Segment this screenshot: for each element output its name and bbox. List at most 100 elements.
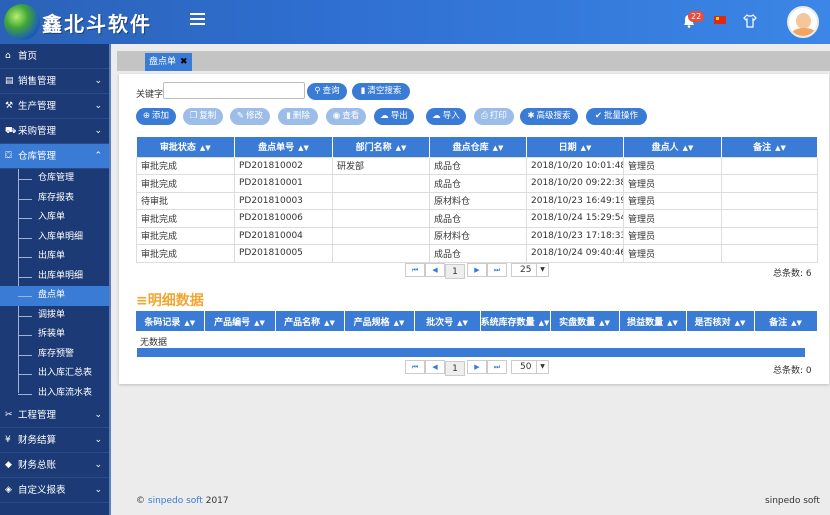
column-header[interactable]: 产品编号 ▲▼ [204,311,276,331]
column-header[interactable]: 审批状态 ▲▼ [136,137,235,157]
sort-icon: ▲▼ [791,318,802,327]
ledger-icon: ◆ [5,460,12,470]
column-header[interactable]: 条码记录 ▲▼ [136,311,205,331]
column-header[interactable]: 盘点人 ▲▼ [623,137,722,157]
chevron-down-icon: ⌄ [94,126,102,136]
column-header[interactable]: 备注 ▲▼ [721,137,818,157]
add-button[interactable]: ⊕ 添加 [136,108,176,125]
close-icon[interactable]: ✖ [180,57,188,67]
submenu-item[interactable]: 拆装单 [0,325,109,345]
current-page[interactable]: 1 [445,361,465,376]
column-header[interactable]: 批次号 ▲▼ [414,311,481,331]
submenu-item[interactable]: 出库单 [0,247,109,267]
column-header[interactable]: 日期 ▲▼ [526,137,624,157]
table-row[interactable]: 待审批 PD201810003 原材料仓 2018/10/23 16:49:19 管理员 [136,191,818,210]
column-header[interactable]: 实盘数量 ▲▼ [550,311,620,331]
prev-page-icon[interactable]: ◀ [425,263,445,277]
detail-total-count: 总条数: 0 [773,366,812,376]
copy-button[interactable]: ❐ 复制 [183,108,223,125]
delete-button[interactable]: ▮ 删除 [278,108,318,125]
notification-badge: 22 [688,11,705,22]
caret-down-icon: ▼ [536,264,548,276]
caret-down-icon: ▼ [536,361,548,373]
trash-icon: ▮ [286,111,291,121]
column-header[interactable]: 损益数量 ▲▼ [619,311,687,331]
main-panel: 关键字 ⚲ 查询 ▮ 清空搜索 ⊕ 添加 ❐ 复制 ✎ 修改 ▮ 删除 ◉ 查看 ☁ 导出 ☁ 导… [119,74,829,384]
column-header[interactable]: 盘点仓库 ▲▼ [429,137,527,157]
detail-table: 条码记录 ▲▼ 产品编号 ▲▼ 产品名称 ▲▼ 产品规格 ▲▼ 批次号 ▲▼ 系统库存数量… [136,311,818,331]
prev-page-icon[interactable]: ◀ [425,360,445,374]
submenu-item-active[interactable]: 盘点单 [0,286,109,306]
tools-icon: ✂ [5,410,13,420]
column-header[interactable]: 部门名称 ▲▼ [332,137,430,157]
sidebar-item-production[interactable]: ⚒ 生产管理 ⌄ [0,94,109,119]
tab-inventory-check[interactable]: 盘点单 ✖ [145,53,192,71]
table-row[interactable]: 审批完成 PD201810002 研发部 成品仓 2018/10/20 10:01:48… [136,156,818,175]
first-page-icon[interactable]: ⏮ [405,360,425,374]
table-row[interactable]: 审批完成 PD201810004 原材料仓 2018/10/23 17:18:33 管理… [136,226,818,245]
column-header[interactable]: 产品名称 ▲▼ [275,311,345,331]
footer-brand-link[interactable]: sinpedo soft [148,496,203,506]
submenu-item[interactable]: 库存报表 [0,189,109,209]
sidebar-item-report[interactable]: ◈ 自定义报表 ⌄ [0,478,109,503]
sidebar-item-home[interactable]: ⌂ 首页 [0,44,109,69]
bag-icon: ⛋ [5,151,12,161]
theme-shirt-icon[interactable] [743,14,757,28]
batch-operation-button[interactable]: ✔ 批量操作 [586,108,647,125]
column-header[interactable]: 盘点单号 ▲▼ [234,137,333,157]
next-page-icon[interactable]: ▶ [467,360,487,374]
query-button[interactable]: ⚲ 查询 [307,83,347,100]
advanced-search-button[interactable]: ✱ 高级搜索 [520,108,578,125]
sidebar-item-sales[interactable]: ▤ 销售管理 ⌄ [0,69,109,94]
submenu-item[interactable]: 出库单明细 [0,267,109,287]
submenu-item[interactable]: 仓库管理 [0,169,109,189]
keyword-input[interactable] [163,82,305,99]
page-size-select[interactable]: 50 ▼ [511,360,549,374]
last-page-icon[interactable]: ⏭ [487,263,507,277]
column-header[interactable]: 是否核对 ▲▼ [686,311,755,331]
submenu-item[interactable]: 库存预警 [0,345,109,365]
chevron-down-icon: ⌄ [94,435,102,445]
edit-button[interactable]: ✎ 修改 [230,108,270,125]
submenu-item[interactable]: 入库单明细 [0,228,109,248]
next-page-icon[interactable]: ▶ [467,263,487,277]
submenu-item[interactable]: 调拨单 [0,306,109,326]
last-page-icon[interactable]: ⏭ [487,360,507,374]
sidebar-item-project[interactable]: ✂ 工程管理 ⌄ [0,403,109,428]
sidebar: ⌂ 首页 ▤ 销售管理 ⌄ ⚒ 生产管理 ⌄ ⛟ 采购管理 ⌄ ⛋ 仓库管理 ⌃ 仓库管理 库存报… [0,44,111,515]
table-row[interactable]: 审批完成 PD201810005 成品仓 2018/10/24 09:40:46 管理员 [136,244,818,263]
submenu-item[interactable]: 入库单 [0,208,109,228]
sort-icon: ▲▼ [775,144,786,153]
current-page[interactable]: 1 [445,264,465,279]
horizontal-scrollbar[interactable] [137,348,805,357]
import-button[interactable]: ☁ 导入 [426,108,466,125]
language-flag-icon[interactable] [714,16,726,24]
sort-icon: ▲▼ [538,318,550,327]
view-button[interactable]: ◉ 查看 [326,108,366,125]
table-row[interactable]: 审批完成 PD201810006 成品仓 2018/10/24 15:29:54 管理员 [136,209,818,228]
submenu-item[interactable]: 出入库流水表 [0,384,109,404]
money-icon: ¥ [5,435,11,445]
user-avatar[interactable] [787,6,819,38]
export-button[interactable]: ☁ 导出 [374,108,414,125]
sidebar-item-warehouse[interactable]: ⛋ 仓库管理 ⌃ [0,144,109,169]
sidebar-item-ledger[interactable]: ◆ 财务总账 ⌄ [0,453,109,478]
column-header[interactable]: 系统库存数量 ▲▼ [480,311,551,331]
chevron-down-icon: ⌄ [94,485,102,495]
clear-search-button[interactable]: ▮ 清空搜索 [352,83,410,100]
menu-toggle-icon[interactable] [190,13,205,27]
printer-icon: ⎙ [481,111,488,121]
sidebar-item-settlement[interactable]: ¥ 财务结算 ⌄ [0,428,109,453]
sidebar-item-purchase[interactable]: ⛟ 采购管理 ⌄ [0,119,109,144]
sort-icon: ▲▼ [184,318,196,327]
sort-icon: ▲▼ [492,144,504,153]
submenu-item[interactable]: 出入库汇总表 [0,364,109,384]
print-button[interactable]: ⎙ 打印 [474,108,514,125]
table-row[interactable]: 审批完成 PD201810001 成品仓 2018/10/20 09:22:38 管理员 [136,174,818,193]
page-size-select[interactable]: 25 ▼ [511,263,549,277]
column-header[interactable]: 备注 ▲▼ [754,311,818,331]
first-page-icon[interactable]: ⏮ [405,263,425,277]
sort-icon: ▲▼ [580,144,592,153]
column-header[interactable]: 产品规格 ▲▼ [344,311,415,331]
sort-icon: ▲▼ [667,318,678,327]
